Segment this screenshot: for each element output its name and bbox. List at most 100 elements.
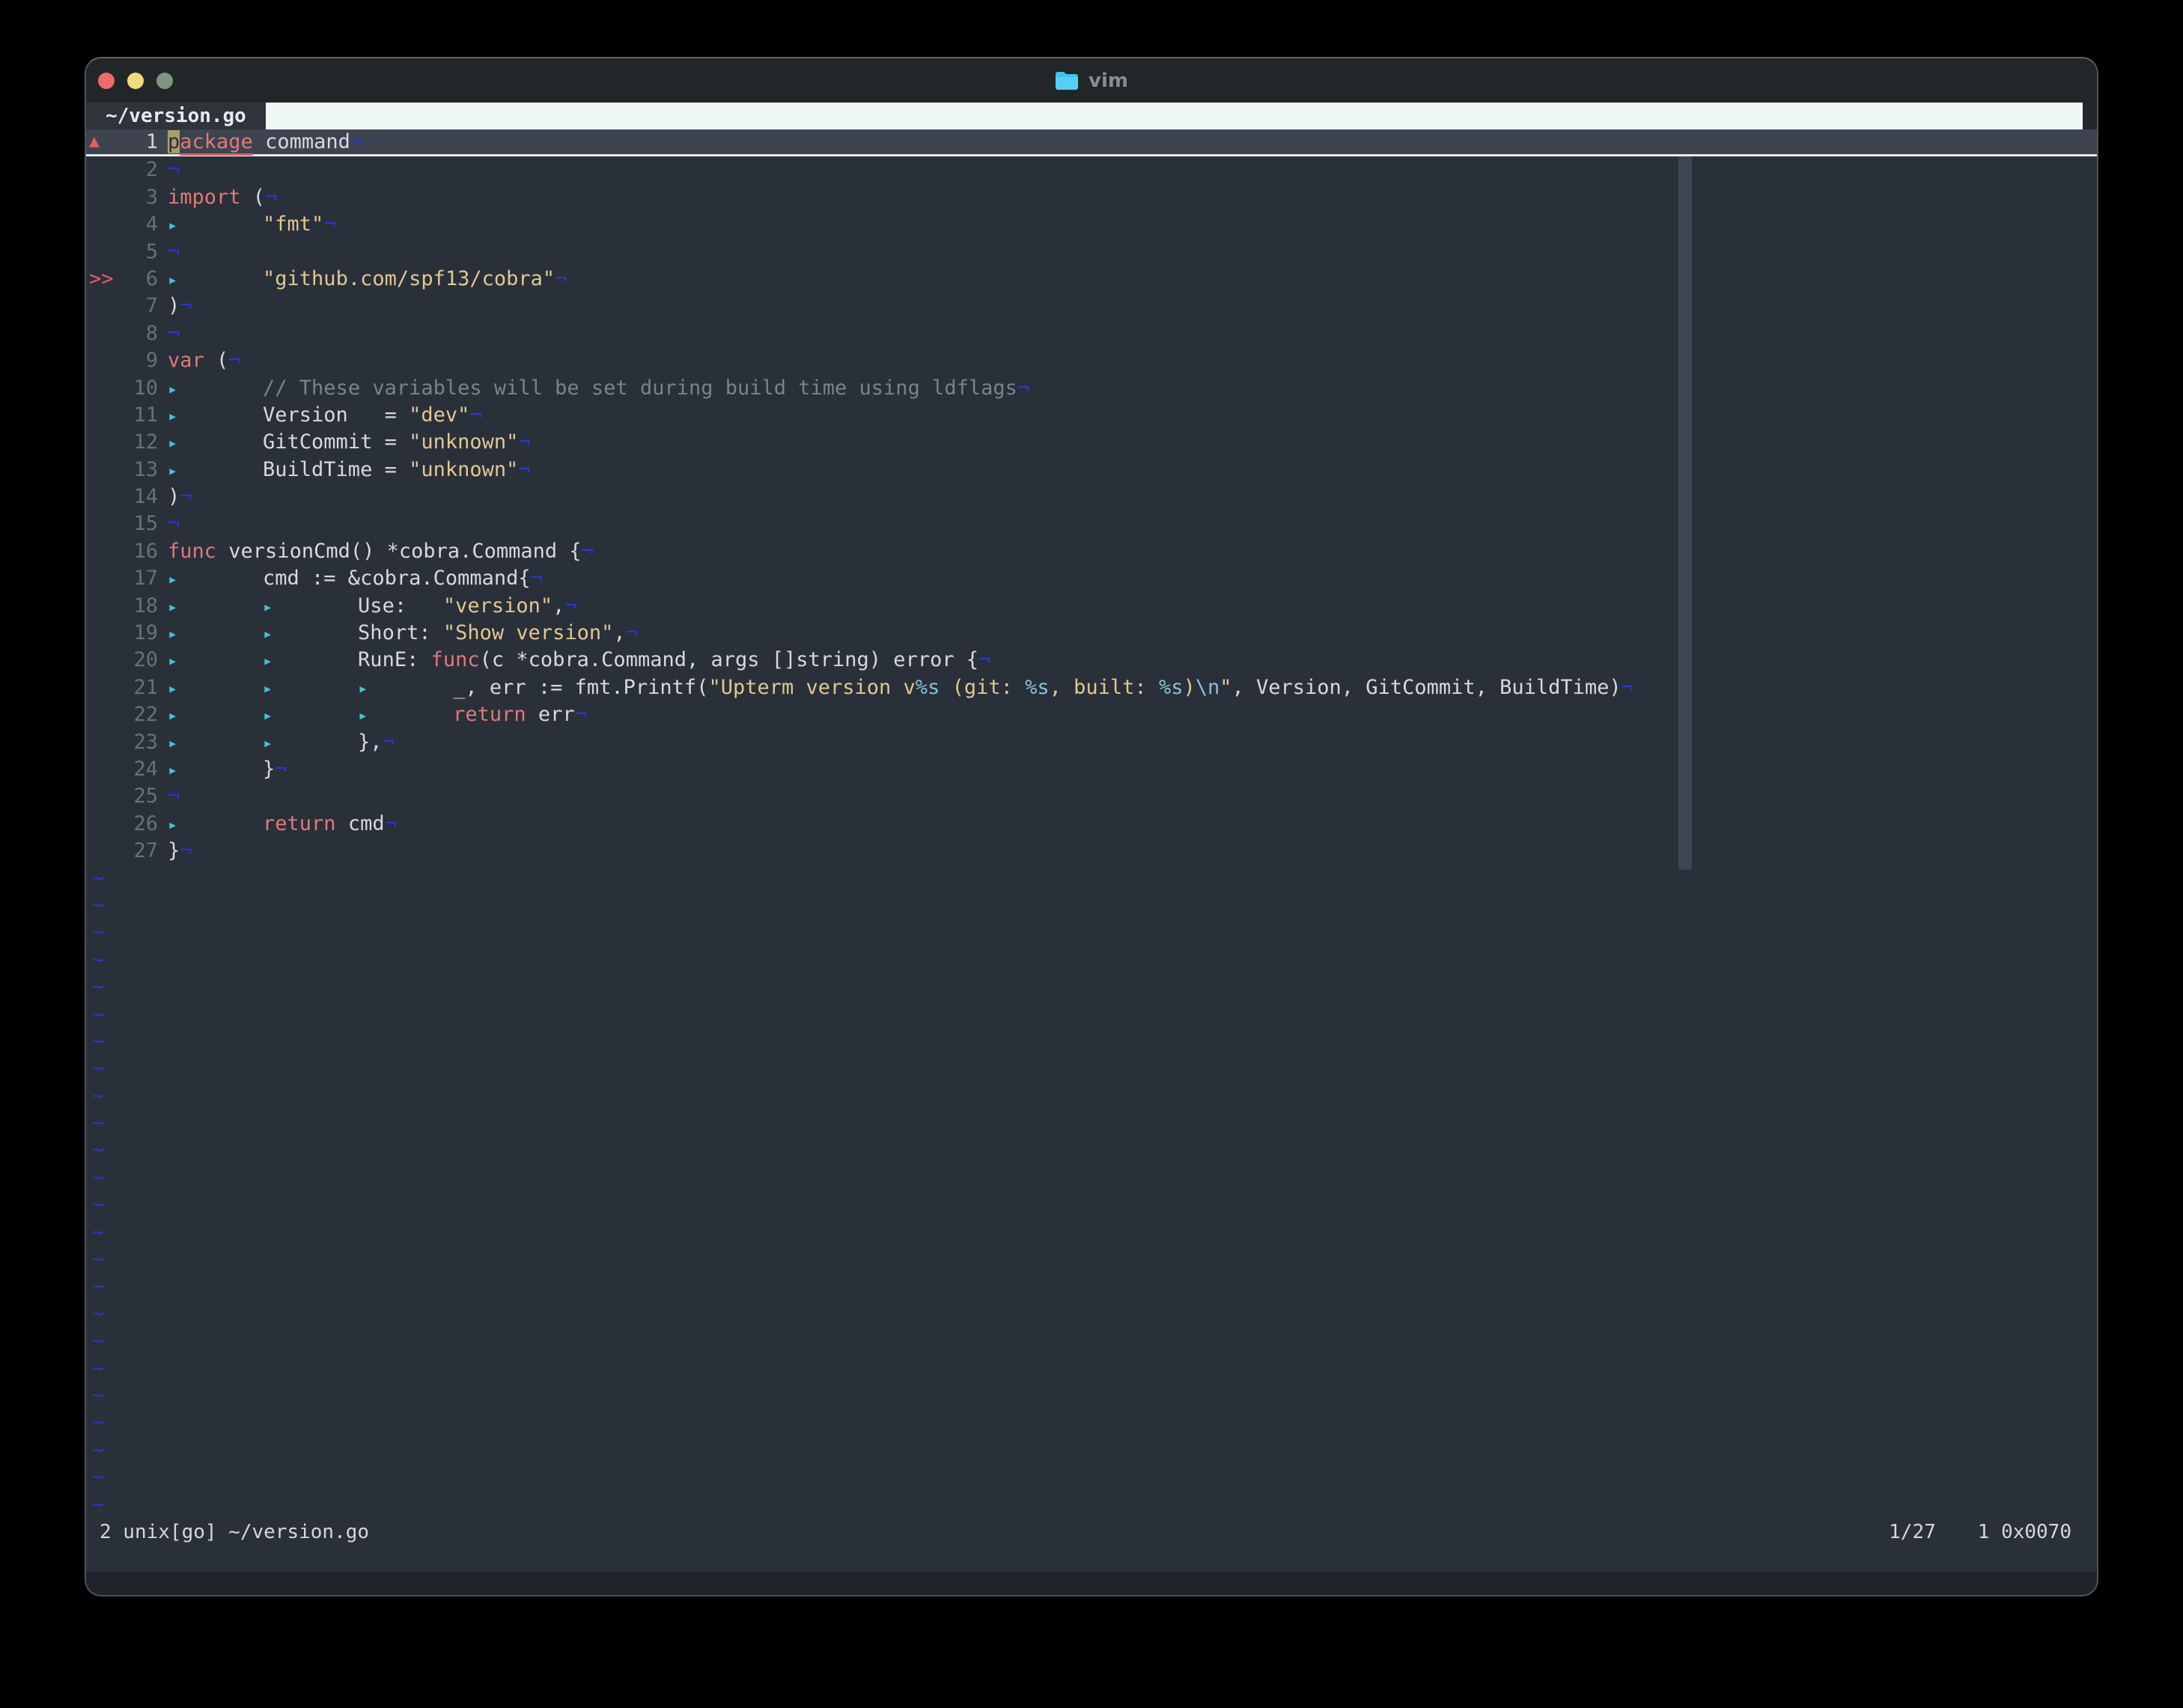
terminal-window: vim ~/version.go ▲ 1 package command¬ 2 ¬ 3 im… xyxy=(85,57,2098,1596)
code-line[interactable]: 25 ¬ xyxy=(86,783,2097,810)
code-line[interactable]: 2 ¬ xyxy=(86,156,2097,183)
code-line[interactable]: 3 import (¬ xyxy=(86,184,2097,211)
code-text: ¬ xyxy=(158,156,180,183)
code-line[interactable]: 8 ¬ xyxy=(86,320,2097,347)
folder-icon[interactable] xyxy=(1055,71,1079,91)
empty-line-tilde: ~ xyxy=(92,866,105,890)
line-number: 10 xyxy=(133,376,158,400)
code-line[interactable]: 23 ▸ ▸ },¬ xyxy=(86,729,2097,756)
code-line[interactable]: 5 ¬ xyxy=(86,239,2097,266)
line-number: 13 xyxy=(133,457,158,481)
line-number: 11 xyxy=(133,403,158,427)
code-text: ▸ ▸ },¬ xyxy=(158,729,395,756)
line-number: 8 xyxy=(145,321,158,345)
code-line[interactable]: 20 ▸ ▸ RunE: func(c *cobra.Command, args … xyxy=(86,647,2097,674)
code-line[interactable]: >> 6 ▸ "github.com/spf13/cobra"¬ xyxy=(86,266,2097,293)
line-number: 15 xyxy=(133,512,158,536)
eol-marker-icon: ¬ xyxy=(323,213,336,237)
code-text: ¬ xyxy=(158,320,180,347)
code-line[interactable]: 26 ▸ return cmd¬ xyxy=(86,811,2097,838)
code-line[interactable]: 7)¬ xyxy=(86,293,2097,320)
block-cursor: p xyxy=(168,130,180,153)
tab-indent-icon: ▸ xyxy=(168,707,178,726)
eol-marker-icon: ¬ xyxy=(168,158,180,182)
eol-marker-icon: ¬ xyxy=(384,811,397,835)
code-text: )¬ xyxy=(168,485,192,509)
code-text: ¬ xyxy=(158,783,180,810)
eol-marker-icon: ¬ xyxy=(180,294,192,318)
code-line[interactable]: 10 ▸ // These variables will be set durin… xyxy=(86,375,2097,402)
code-line[interactable]: 13 ▸ BuildTime = "unknown"¬ xyxy=(86,457,2097,484)
eol-marker-icon: ¬ xyxy=(168,784,180,808)
sign-column xyxy=(86,729,119,756)
code-line[interactable]: 27}¬ xyxy=(86,838,2097,864)
line-number: 1 xyxy=(145,130,158,153)
tab-indent-icon: ▸ xyxy=(168,570,178,590)
code-text: ▸ return cmd¬ xyxy=(158,811,397,838)
tab-indent-icon: ▸ xyxy=(263,707,273,726)
code-line[interactable]: 4 ▸ "fmt"¬ xyxy=(86,211,2097,238)
sign-column xyxy=(86,457,119,484)
code-text: package command¬ xyxy=(168,130,363,153)
line-number: 12 xyxy=(133,430,158,454)
scrollbar-thumb[interactable] xyxy=(1678,156,1692,870)
empty-line-tilde: ~ xyxy=(92,1275,105,1299)
code-text: ▸ Version = "dev"¬ xyxy=(158,402,482,429)
sign-column xyxy=(86,375,119,402)
tab-indent-icon: ▸ xyxy=(168,625,178,644)
empty-line-tilde: ~ xyxy=(92,1438,105,1462)
command-line[interactable] xyxy=(86,1546,2097,1573)
eol-marker-icon: ¬ xyxy=(382,730,395,754)
line-number: 6 xyxy=(145,266,158,290)
sign-column xyxy=(86,811,119,838)
code-text: ▸ }¬ xyxy=(158,756,287,783)
code-line[interactable]: 17 ▸ cmd := &cobra.Command{¬ xyxy=(86,565,2097,592)
sign-column xyxy=(86,838,119,864)
editor-area[interactable]: ▲ 1 package command¬ 2 ¬ 3 import (¬ 4 ▸ "fmt"¬ 5… xyxy=(86,129,2097,1518)
window-title-area: vim xyxy=(86,58,2097,103)
code-line[interactable]: 9 var (¬ xyxy=(86,347,2097,374)
code-text: ¬ xyxy=(158,510,180,537)
code-line[interactable]: 14 )¬ xyxy=(86,484,2097,510)
empty-line-tilde: ~ xyxy=(92,1329,105,1353)
titlebar[interactable]: vim xyxy=(86,58,2097,103)
code-line[interactable]: 18 ▸ ▸ Use: "version",¬ xyxy=(86,593,2097,620)
eol-marker-icon: ¬ xyxy=(168,240,180,263)
tab-version-go[interactable]: ~/version.go xyxy=(86,103,266,129)
eol-marker-icon: ¬ xyxy=(518,430,531,454)
tab-indent-icon: ▸ xyxy=(168,270,178,290)
code-text: ▸ BuildTime = "unknown"¬ xyxy=(158,457,531,484)
code-line[interactable]: 11 ▸ Version = "dev"¬ xyxy=(86,402,2097,429)
tab-indent-icon: ▸ xyxy=(263,597,273,617)
code-line[interactable]: 22 ▸ ▸ ▸ return err¬ xyxy=(86,701,2097,728)
sign-column xyxy=(86,620,119,647)
tabline-fill xyxy=(265,103,2083,129)
code-line[interactable]: 16 func versionCmd() *cobra.Command {¬ xyxy=(86,538,2097,565)
status-char-info: 1 0x0070 xyxy=(1977,1520,2071,1543)
window-title: vim xyxy=(1089,69,1128,92)
code-line[interactable]: 21 ▸ ▸ ▸ _, err := fmt.Printf("Upterm ver… xyxy=(86,674,2097,701)
shifted-lines-icon: >> xyxy=(89,266,114,290)
tab-indent-icon: ▸ xyxy=(263,652,273,671)
code-line[interactable]: 12 ▸ GitCommit = "unknown"¬ xyxy=(86,429,2097,456)
code-line[interactable]: 24 ▸ }¬ xyxy=(86,756,2097,783)
code-line[interactable]: 15 ¬ xyxy=(86,510,2097,537)
eol-marker-icon: ¬ xyxy=(530,567,543,591)
sign-column xyxy=(86,701,119,728)
eol-marker-icon: ¬ xyxy=(168,512,180,536)
code-text: ▸ GitCommit = "unknown"¬ xyxy=(158,429,531,456)
empty-lines: ~ ~ ~ ~ ~ ~ ~ ~ ~ ~ ~ ~ ~ ~ ~ ~ ~ ~ ~ ~ ~ ~ ~ ~ xyxy=(86,865,2097,1518)
code-text: ▸ "fmt"¬ xyxy=(158,211,336,238)
eol-marker-icon: ¬ xyxy=(350,130,363,153)
eol-marker-icon: ¬ xyxy=(518,457,531,481)
empty-line-tilde: ~ xyxy=(92,1138,105,1162)
code-line[interactable]: ▲ 1 package command¬ xyxy=(86,129,2097,157)
line-number: 21 xyxy=(133,675,158,699)
empty-line-tilde: ~ xyxy=(92,975,105,999)
empty-line-tilde: ~ xyxy=(92,948,105,972)
code-text: func versionCmd() *cobra.Command {¬ xyxy=(168,539,594,563)
eol-marker-icon: ¬ xyxy=(1017,376,1030,400)
line-number: 14 xyxy=(133,485,158,509)
code-line[interactable]: 19 ▸ ▸ Short: "Show version",¬ xyxy=(86,620,2097,647)
line-number: 25 xyxy=(133,784,158,808)
